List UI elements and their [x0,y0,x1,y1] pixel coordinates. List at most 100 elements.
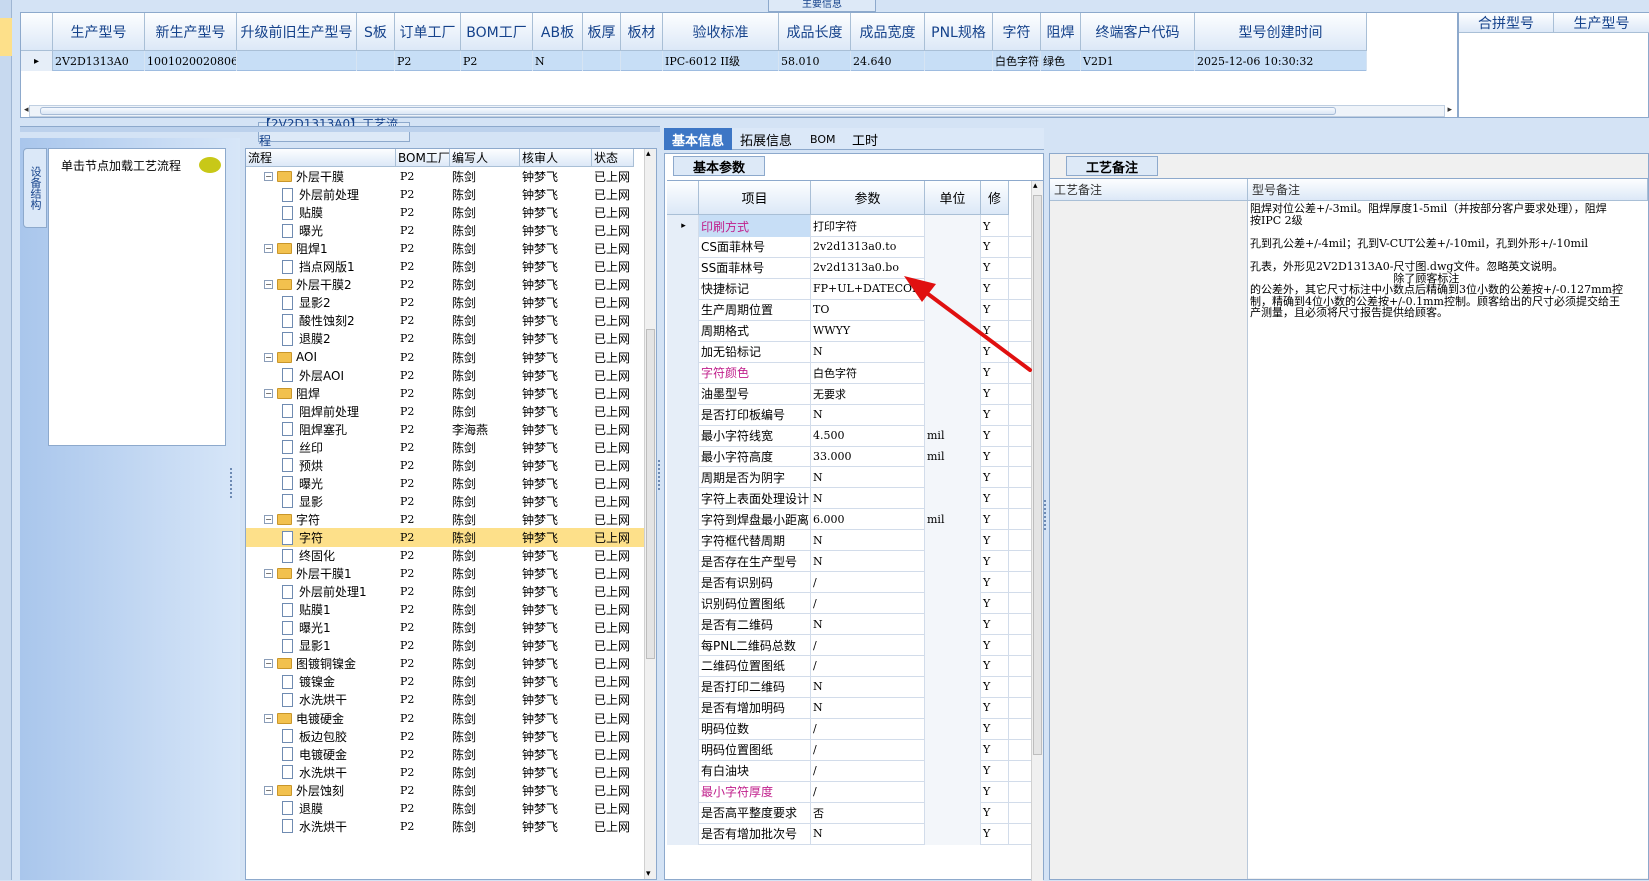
tree-node[interactable]: 水洗烘干 [246,817,396,836]
hint-text[interactable]: 单击节点加载工艺流程 [61,155,181,175]
tree-node[interactable]: 字符 [246,528,396,547]
param-row[interactable]: 二维码位置图纸 / Y [667,654,1033,677]
cell[interactable]: 绿色 [1041,51,1081,71]
tree-node[interactable]: 丝印 [246,438,396,457]
tree-node[interactable]: − 外层蚀刻 [246,781,396,800]
col-header[interactable]: 成品长度 [779,13,851,51]
tree-row[interactable]: 预烘 P2 陈剑 钟梦飞 已上网 [246,456,646,475]
cell[interactable] [357,51,395,71]
tree-row[interactable]: − AOI P2 陈剑 钟梦飞 已上网 [246,348,646,367]
param-value[interactable]: N [811,675,925,698]
param-value[interactable]: 33.000 [811,445,925,468]
param-row[interactable]: ▸ 印刷方式 打印字符 Y [667,215,1033,237]
cell[interactable]: 24.640 [851,51,925,71]
cell[interactable]: N [533,51,583,71]
scroll-left-icon[interactable]: ◂ [24,105,29,115]
tree-row[interactable]: 阻焊前处理 P2 陈剑 钟梦飞 已上网 [246,402,646,421]
col-header[interactable]: 阻焊 [1041,13,1081,51]
tree-row[interactable]: 显影2 P2 陈剑 钟梦飞 已上网 [246,293,646,312]
tree-row[interactable]: 贴膜 P2 陈剑 钟梦飞 已上网 [246,203,646,222]
param-col-header[interactable]: 修 [981,181,1009,215]
tree-node[interactable]: − 外层干膜1 [246,564,396,583]
tree-node[interactable]: 显影2 [246,293,396,312]
param-row[interactable]: 最小字符线宽 4.500 mil Y [667,424,1033,447]
collapse-toggle-icon[interactable]: − [264,280,273,290]
param-value[interactable]: N [811,550,925,573]
param-row[interactable]: 是否有二维码 N Y [667,613,1033,636]
tree-row[interactable]: − 图镀铜镍金 P2 陈剑 钟梦飞 已上网 [246,654,646,673]
param-value[interactable]: / [811,571,925,594]
collapse-toggle-icon[interactable]: − [264,172,273,181]
tree-col-header[interactable]: 状态 [592,149,634,167]
tree-row[interactable]: 退膜2 P2 陈剑 钟梦飞 已上网 [246,329,646,348]
cell[interactable] [237,51,357,71]
param-row[interactable]: 是否有识别码 / Y [667,571,1033,594]
col-header[interactable]: 板材 [621,13,663,51]
cell[interactable] [925,51,993,71]
tree-row[interactable]: − 外层干膜1 P2 陈剑 钟梦飞 已上网 [246,564,646,583]
tree-node[interactable]: − 图镀铜镍金 [246,654,396,673]
tree-row[interactable]: 外层前处理 P2 陈剑 钟梦飞 已上网 [246,185,646,204]
param-row[interactable]: 字符框代替周期 N Y [667,529,1033,552]
tree-node[interactable]: 外层AOI [246,366,396,385]
tree-node[interactable]: 板边包胶 [246,727,396,746]
param-row[interactable]: 是否打印二维码 N Y [667,675,1033,698]
collapse-toggle-icon[interactable]: − [264,659,273,669]
param-row[interactable]: 有白油块 / Y [667,759,1033,782]
collapse-toggle-icon[interactable]: − [264,713,273,723]
tree-node[interactable]: 外层前处理1 [246,582,396,601]
tree-node[interactable]: − 字符 [246,510,396,529]
param-row[interactable]: 字符上表面处理设计 N Y [667,487,1033,510]
tree-node[interactable]: 电镀硬金 [246,745,396,764]
scroll-up-icon[interactable]: ▴ [646,149,651,159]
collapse-toggle-icon[interactable]: − [264,514,273,524]
tree-node[interactable]: 曝光1 [246,618,396,637]
model-notes-cell[interactable]: 阻焊对位公差+/-3mil。阻焊厚度1-5mil（并按部分客户要求处理），阻焊按… [1250,203,1646,503]
tab-process-notes[interactable]: 工艺备注 [1066,156,1158,176]
param-row[interactable]: 是否存在生产型号 N Y [667,550,1033,573]
col-header[interactable]: 升级前旧生产型号 [237,13,357,51]
param-row[interactable]: 最小字符厚度 / Y [667,780,1033,803]
tree-node[interactable]: 水洗烘干 [246,763,396,782]
tab-hours[interactable]: 工时 [844,128,886,150]
tree-row[interactable]: 挡点网版1 P2 陈剑 钟梦飞 已上网 [246,257,646,276]
param-row[interactable]: 是否有增加明码 N Y [667,696,1033,719]
cell[interactable]: P2 [395,51,461,71]
scroll-down-icon[interactable]: ▾ [646,869,651,879]
tree-row[interactable]: 水洗烘干 P2 陈剑 钟梦飞 已上网 [246,763,646,782]
param-value[interactable]: / [811,759,925,782]
tree-node[interactable]: 显影1 [246,636,396,655]
param-value[interactable]: 4.500 [811,424,925,447]
tree-node[interactable]: 曝光 [246,474,396,493]
col-header[interactable]: 订单工厂 [395,13,461,51]
tree-node[interactable]: 终固化 [246,546,396,565]
tree-row[interactable]: 字符 P2 陈剑 钟梦飞 已上网 [246,528,646,547]
tree-node[interactable]: 退膜 [246,799,396,818]
horizontal-scrollbar[interactable]: ◂ ▸ [24,105,1452,117]
collapse-toggle-icon[interactable]: − [264,244,273,254]
cell[interactable]: IPC-6012 II级 [663,51,779,71]
tree-row[interactable]: 水洗烘干 P2 陈剑 钟梦飞 已上网 [246,817,646,836]
tree-row[interactable]: 退膜 P2 陈剑 钟梦飞 已上网 [246,799,646,818]
param-value[interactable]: / [811,634,925,656]
col-header[interactable]: BOM工厂 [461,13,533,51]
param-col-header[interactable]: 项目 [699,181,811,215]
tree-row[interactable]: − 字符 P2 陈剑 钟梦飞 已上网 [246,510,646,529]
param-value[interactable]: 否 [811,801,925,824]
tree-row[interactable]: 曝光 P2 陈剑 钟梦飞 已上网 [246,474,646,493]
param-row[interactable]: 是否高平整度要求否 Y [667,801,1033,824]
col-header[interactable]: 新生产型号 [145,13,237,51]
tree-node[interactable]: − 外层干膜2 [246,275,396,294]
tree-node[interactable]: 退膜2 [246,329,396,348]
tree-row[interactable]: 丝印 P2 陈剑 钟梦飞 已上网 [246,438,646,457]
param-row[interactable]: 每PNL二维码总数 / Y [667,634,1033,656]
col-header[interactable]: PNL规格 [925,13,993,51]
param-value[interactable]: / [811,738,925,761]
tree-node[interactable]: 阻焊塞孔 [246,420,396,439]
tree-node[interactable]: − 阻焊 [246,384,396,403]
tree-node[interactable]: 贴膜 [246,203,396,222]
tree-node[interactable]: 挡点网版1 [246,257,396,276]
param-row[interactable]: 油墨型号 无要求 Y [667,382,1033,405]
col-header[interactable]: 字符 [993,13,1041,51]
param-row[interactable]: 是否打印板编号 N Y [667,403,1033,426]
